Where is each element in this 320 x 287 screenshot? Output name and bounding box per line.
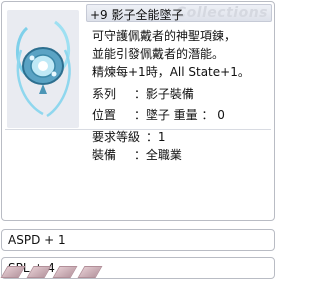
property-value: 影子裝備 bbox=[145, 87, 194, 101]
property-label: 裝備 bbox=[92, 148, 117, 162]
shadow-pendant-image bbox=[7, 10, 79, 128]
item-title-bar: Collections +9 影子全能墜子 bbox=[86, 4, 272, 22]
card-slot-1[interactable] bbox=[0, 266, 26, 278]
description-line-1: 可守護佩戴者的神聖項鍊， bbox=[92, 29, 237, 43]
property-colon: ： bbox=[134, 148, 147, 162]
bonus-text: ASPD + 1 bbox=[8, 233, 66, 247]
property-value: 墜子 重量 ： 0 bbox=[145, 108, 225, 122]
property-value: 全職業 bbox=[145, 148, 182, 162]
description-line-2: 並能引發佩戴者的潛能。 bbox=[92, 47, 225, 61]
card-slot-4[interactable] bbox=[78, 266, 103, 278]
property-position: 位置 ： 墜子 重量 ： 0 bbox=[92, 106, 225, 123]
property-label: 位置 bbox=[92, 108, 117, 122]
description-line-3: 精煉每+1時，All State+1。 bbox=[92, 65, 250, 79]
property-required-level: 要求等級 ： 1 bbox=[92, 128, 165, 145]
item-info-panel: Collections +9 影子全能墜子 可守護佩戴者的神聖項鍊， 並能引發佩… bbox=[1, 1, 275, 221]
property-colon: ： bbox=[146, 130, 159, 144]
card-slot-2[interactable] bbox=[26, 266, 52, 278]
property-equip: 裝備 ： 全職業 bbox=[92, 146, 182, 163]
property-colon: ： bbox=[134, 108, 147, 122]
watermark-text: Collections bbox=[175, 5, 268, 21]
property-series: 系列 ： 影子裝備 bbox=[92, 85, 194, 102]
card-slot-3[interactable] bbox=[52, 266, 78, 278]
card-slots bbox=[0, 266, 103, 280]
bonus-panel-aspd: ASPD + 1 bbox=[1, 229, 275, 251]
property-value: 1 bbox=[157, 130, 166, 144]
property-colon: ： bbox=[134, 87, 147, 101]
property-label: 要求等級 bbox=[92, 130, 141, 144]
item-title: +9 影子全能墜子 bbox=[90, 8, 184, 22]
property-label: 系列 bbox=[92, 87, 117, 101]
